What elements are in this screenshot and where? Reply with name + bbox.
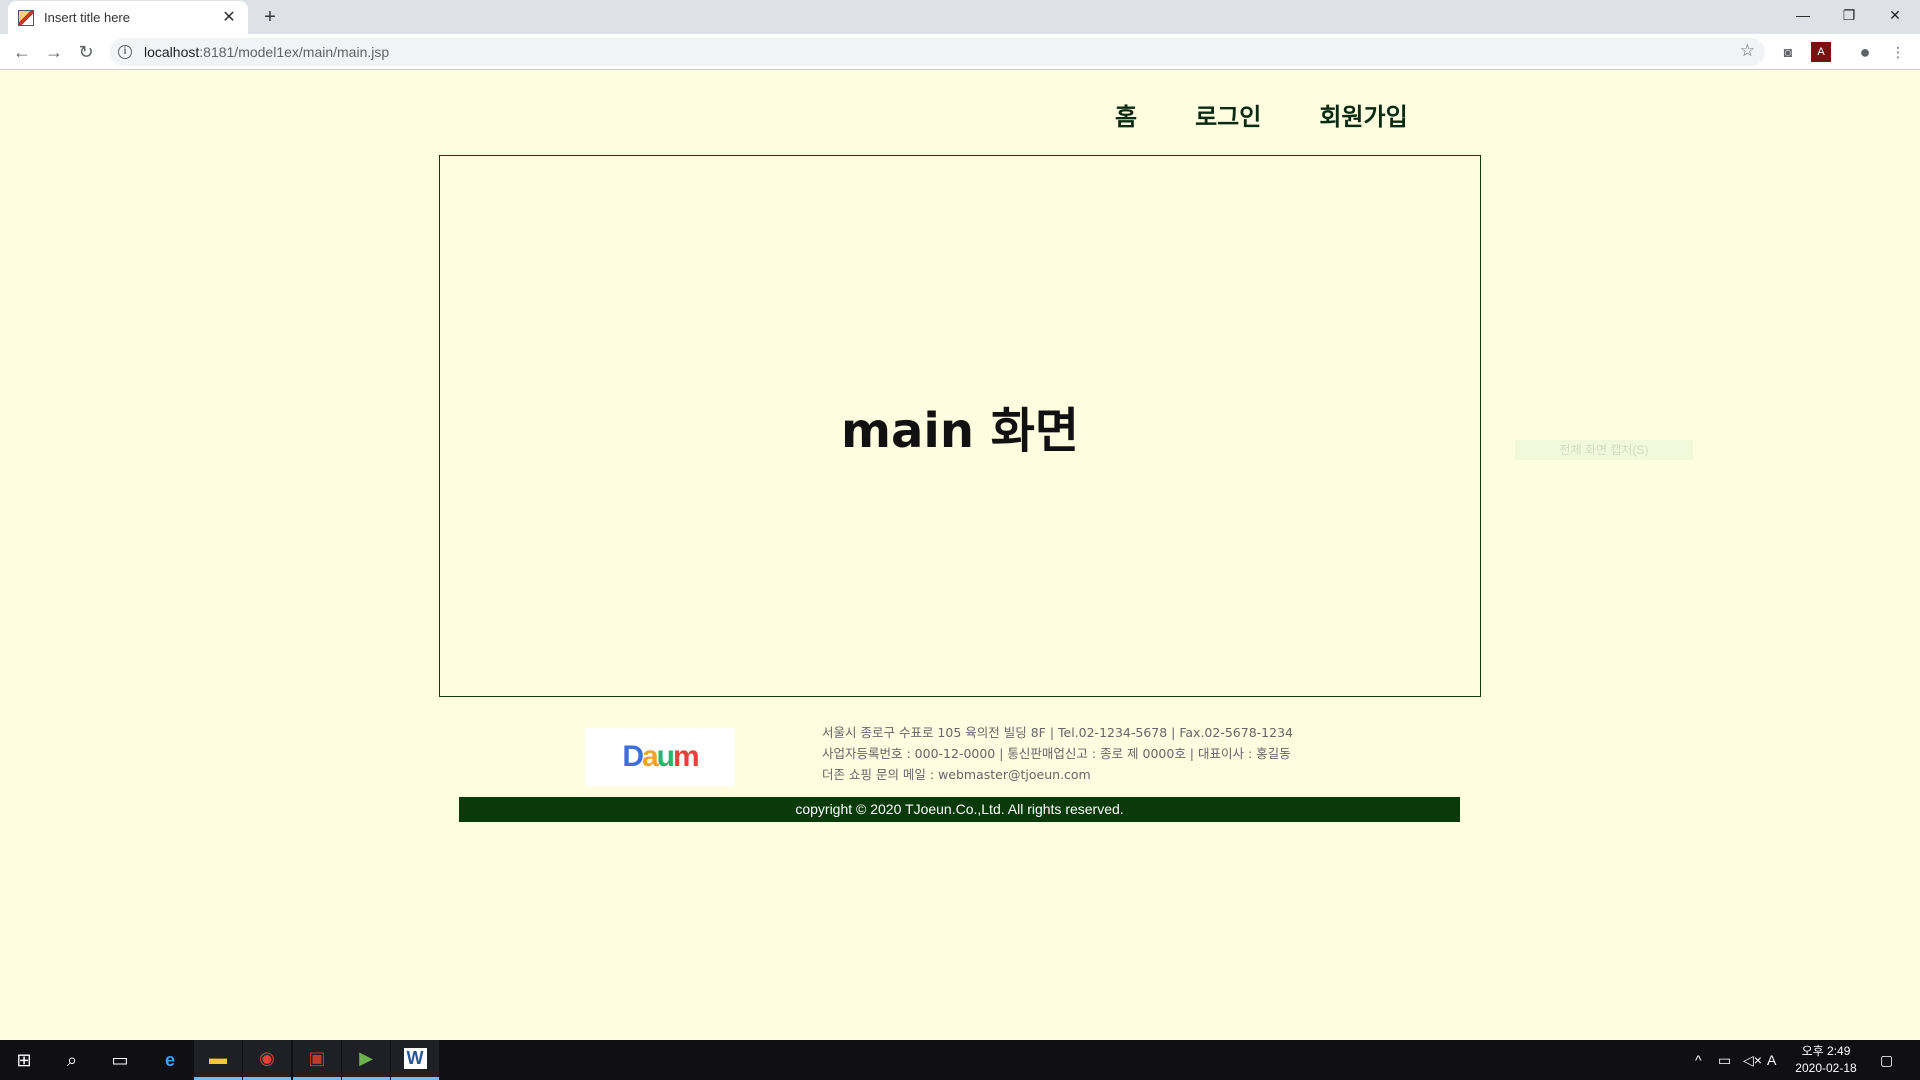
copyright-bar: copyright © 2020 TJoeun.Co.,Ltd. All rig…	[459, 797, 1460, 822]
footer-business-info: 사업자등록번호 : 000-12-0000 | 통신판매업신고 : 종로 제 0…	[822, 746, 1291, 761]
pdf-extension-icon[interactable]: A	[1811, 42, 1831, 62]
url-path: :8181/model1ex/main/main.jsp	[199, 44, 390, 60]
top-navigation: 홈 로그인 회원가입	[1115, 97, 1466, 132]
clock-time: 오후 2:49	[1801, 1044, 1851, 1058]
tab-strip: Insert title here ✕ + — ❐ ✕	[0, 0, 1920, 34]
task-view-icon[interactable]: ▭	[96, 1040, 144, 1080]
chrome-icon[interactable]: ◉	[243, 1040, 291, 1080]
clock-date: 2020-02-18	[1795, 1061, 1857, 1075]
media-app-icon[interactable]: ▶	[342, 1040, 390, 1080]
main-title: main 화면	[840, 403, 1080, 459]
menu-kebab-icon[interactable]: ⋮	[1888, 42, 1908, 62]
app-icon[interactable]: ▣	[293, 1040, 341, 1080]
daum-logo: Daum	[585, 728, 735, 786]
logo-text: Daum	[622, 740, 699, 773]
camera-icon[interactable]: ◙	[1778, 42, 1798, 62]
reload-icon[interactable]: ↻	[74, 40, 98, 64]
restore-button[interactable]: ❐	[1826, 0, 1872, 30]
page-body: 홈 로그인 회원가입 main 화면 전체 화면 캡처(S) Daum 서울시 …	[0, 71, 1920, 1040]
new-tab-button[interactable]: +	[258, 5, 282, 29]
favicon-icon	[18, 9, 34, 26]
volume-muted-icon[interactable]: ◁×	[1743, 1040, 1762, 1080]
tab-title: Insert title here	[44, 10, 130, 25]
main-content-box: main 화면	[439, 155, 1481, 697]
clock[interactable]: 오후 2:49 2020-02-18	[1778, 1043, 1874, 1077]
footer-info: 서울시 종로구 수표로 105 육의전 빌딩 8F | Tel.02-1234-…	[822, 722, 1293, 785]
capture-hint: 전체 화면 캡처(S)	[1515, 440, 1693, 460]
browser-toolbar: ← → ↻ i localhost:8181/model1ex/main/mai…	[0, 34, 1920, 70]
taskbar: ⊞ ⌕ ▭ e ▬ ◉ ▣ ▶ W ^ ▭ ◁× A 오후 2:49 2020-…	[0, 1040, 1920, 1080]
nav-login[interactable]: 로그인	[1195, 97, 1261, 132]
search-icon[interactable]: ⌕	[48, 1040, 96, 1080]
bookmark-star-icon[interactable]: ☆	[1740, 41, 1755, 61]
info-icon[interactable]: i	[118, 45, 132, 59]
nav-signup[interactable]: 회원가입	[1319, 97, 1407, 132]
network-icon[interactable]: ▭	[1718, 1040, 1731, 1080]
tray-chevron-icon[interactable]: ^	[1695, 1040, 1702, 1080]
footer-address: 서울시 종로구 수표로 105 육의전 빌딩 8F | Tel.02-1234-…	[822, 725, 1293, 740]
browser-tab[interactable]: Insert title here ✕	[8, 1, 248, 34]
address-bar[interactable]: i localhost:8181/model1ex/main/main.jsp …	[110, 38, 1765, 66]
profile-icon[interactable]: ●	[1855, 42, 1875, 62]
minimize-button[interactable]: —	[1780, 0, 1826, 30]
notification-icon[interactable]: ▢	[1880, 1040, 1893, 1080]
footer-contact: 더존 쇼핑 문의 메일 : webmaster@tjoeun.com	[822, 767, 1091, 782]
file-explorer-icon[interactable]: ▬	[194, 1040, 242, 1080]
close-tab-icon[interactable]: ✕	[220, 9, 238, 27]
url-host: localhost	[144, 44, 200, 60]
edge-browser-icon[interactable]: e	[146, 1040, 194, 1080]
forward-arrow-icon[interactable]: →	[42, 40, 66, 64]
word-icon[interactable]: W	[391, 1040, 439, 1080]
windows-start-icon[interactable]: ⊞	[0, 1040, 48, 1080]
nav-home[interactable]: 홈	[1115, 97, 1137, 132]
ime-indicator[interactable]: A	[1767, 1040, 1776, 1080]
back-arrow-icon[interactable]: ←	[10, 40, 34, 64]
close-window-button[interactable]: ✕	[1872, 0, 1918, 30]
